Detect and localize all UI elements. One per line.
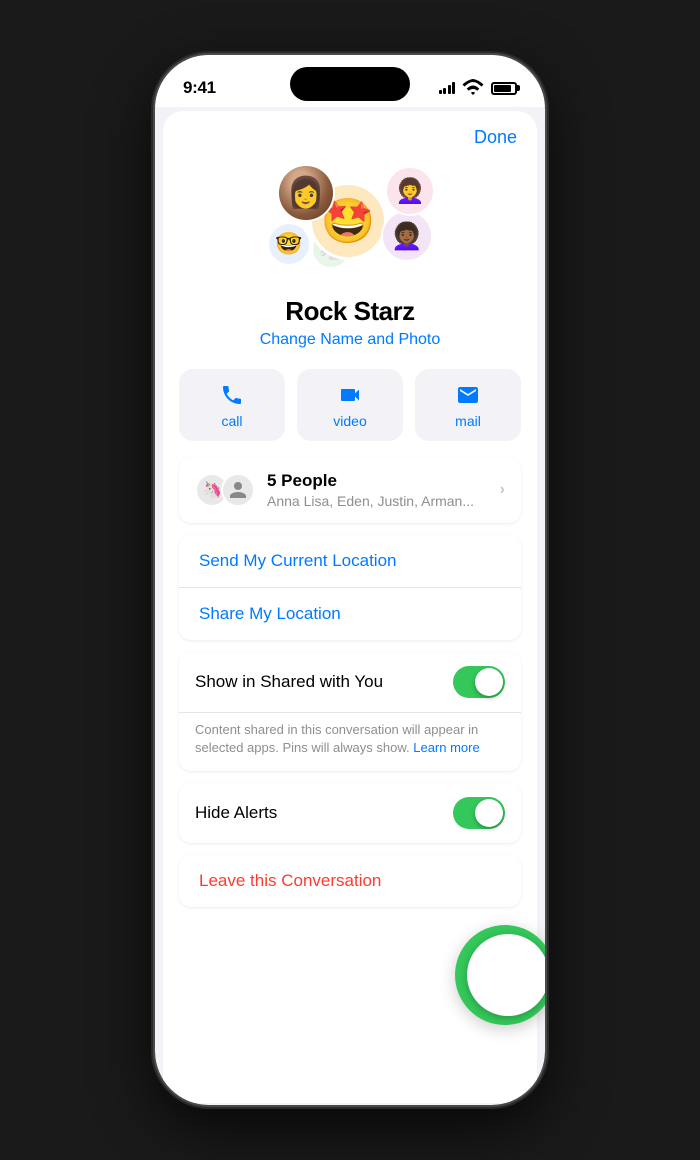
mini-avatar-2 <box>221 473 255 507</box>
phone-icon <box>220 383 244 407</box>
mail-label: mail <box>455 413 481 429</box>
learn-more-link[interactable]: Learn more <box>413 740 479 755</box>
video-label: video <box>333 413 366 429</box>
battery-icon <box>491 82 517 95</box>
avatar-right: 👩🏾‍🦱 <box>381 210 433 262</box>
status-bar: 9:41 <box>155 55 545 107</box>
avatar-top-right: 👩‍🦱 <box>385 166 435 216</box>
hide-alerts-row: Hide Alerts <box>179 783 521 843</box>
call-button[interactable]: call <box>179 369 285 441</box>
people-list-item[interactable]: 🦄 5 People Anna Lisa, Eden, Justin, Arma… <box>179 457 521 523</box>
people-count: 5 People <box>267 471 500 491</box>
done-button-container: Done <box>163 111 537 156</box>
shared-with-you-toggle[interactable] <box>453 666 505 698</box>
people-text: 5 People Anna Lisa, Eden, Justin, Arman.… <box>267 471 500 509</box>
send-location-item[interactable]: Send My Current Location <box>179 535 521 588</box>
avatar-top-left <box>277 164 335 222</box>
share-location-item[interactable]: Share My Location <box>179 588 521 640</box>
people-section: 🦄 5 People Anna Lisa, Eden, Justin, Arma… <box>179 457 521 523</box>
large-toggle-knob <box>467 934 545 1016</box>
large-toggle-overlay[interactable] <box>455 925 545 1025</box>
leave-section: Leave this Conversation <box>179 855 521 907</box>
avatar-bottom-left: 🤓 <box>267 222 311 266</box>
hide-alerts-section: Hide Alerts <box>179 783 521 843</box>
location-section: Send My Current Location Share My Locati… <box>179 535 521 640</box>
signal-icon <box>439 82 456 94</box>
dynamic-island <box>290 67 410 101</box>
people-names: Anna Lisa, Eden, Justin, Arman... <box>267 493 500 509</box>
send-location-label: Send My Current Location <box>199 551 397 570</box>
chevron-icon: › <box>500 481 505 499</box>
hide-alerts-knob <box>475 799 503 827</box>
people-avatars: 🦄 <box>195 473 255 507</box>
shared-with-you-section: Show in Shared with You Content shared i… <box>179 652 521 771</box>
status-time: 9:41 <box>183 78 216 98</box>
video-button[interactable]: video <box>297 369 403 441</box>
phone-frame: 9:41 Done <box>155 55 545 1105</box>
done-button[interactable]: Done <box>474 127 517 147</box>
status-bar-icons <box>439 76 518 100</box>
hide-alerts-label: Hide Alerts <box>195 803 277 823</box>
shared-with-you-label: Show in Shared with You <box>195 672 383 692</box>
change-name-photo-link[interactable]: Change Name and Photo <box>260 331 441 349</box>
hide-alerts-toggle[interactable] <box>453 797 505 829</box>
call-label: call <box>221 413 242 429</box>
group-name: Rock Starz <box>285 296 414 327</box>
phone-screen: 9:41 Done <box>155 55 545 1105</box>
group-header: 🤩 🤓 🦄 👩‍🦱 👩🏾‍🦱 Rock Starz Change Name an… <box>163 156 537 369</box>
toggle-knob <box>475 668 503 696</box>
leave-conversation-item[interactable]: Leave this Conversation <box>179 855 521 907</box>
shared-with-you-row: Show in Shared with You <box>179 652 521 713</box>
mail-icon <box>456 383 480 407</box>
action-buttons: call video mail <box>163 369 537 457</box>
avatar-cluster: 🤩 🤓 🦄 👩‍🦱 👩🏾‍🦱 <box>265 164 435 284</box>
mail-button[interactable]: mail <box>415 369 521 441</box>
shared-with-you-description: Content shared in this conversation will… <box>179 713 521 771</box>
wifi-icon <box>461 76 485 100</box>
leave-conversation-label: Leave this Conversation <box>199 871 381 890</box>
video-icon <box>338 383 362 407</box>
share-location-label: Share My Location <box>199 604 341 623</box>
